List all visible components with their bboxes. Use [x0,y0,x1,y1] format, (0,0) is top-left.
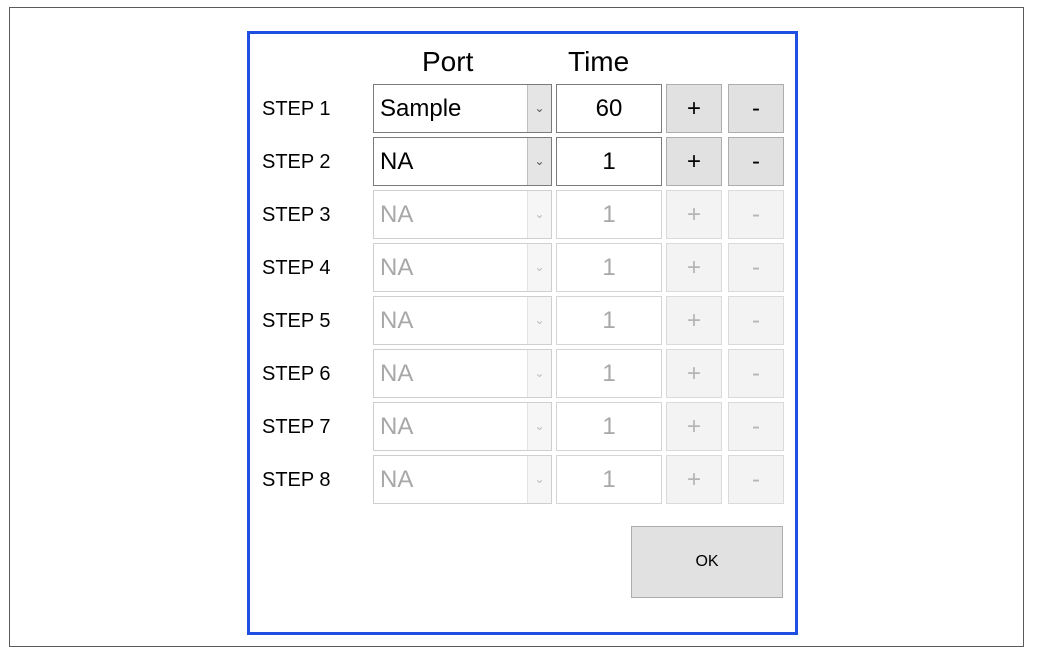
time-field: 1 [556,349,662,398]
step-label: STEP 6 [262,363,331,385]
decrement-time-button: - [728,455,784,504]
port-select-value: NA [380,254,414,281]
time-field: 1 [556,296,662,345]
port-select[interactable]: Sample ⌄ [373,84,552,133]
port-select-value: NA [380,307,414,334]
increment-time-button: + [666,243,722,292]
step-settings-dialog: Port Time STEP 1 Sample ⌄ 60 + - STEP 2 … [247,31,798,635]
port-select-value: NA [380,466,414,493]
time-field[interactable]: 60 [556,84,662,133]
increment-time-button: + [666,190,722,239]
chevron-down-icon: ⌄ [527,244,551,291]
port-select: NA ⌄ [373,349,552,398]
step-label: STEP 4 [262,257,331,279]
port-select: NA ⌄ [373,402,552,451]
step-label: STEP 8 [262,469,331,491]
port-select-value: NA [380,201,414,228]
increment-time-button: + [666,296,722,345]
decrement-time-button[interactable]: - [728,84,784,133]
chevron-down-icon[interactable]: ⌄ [527,138,551,185]
chevron-down-icon: ⌄ [527,350,551,397]
port-select-value: NA [380,360,414,387]
chevron-down-icon: ⌄ [527,456,551,503]
time-field: 1 [556,190,662,239]
chevron-down-icon: ⌄ [527,191,551,238]
port-select-value: NA [380,413,414,440]
step-label: STEP 7 [262,416,331,438]
chevron-down-icon: ⌄ [527,403,551,450]
port-select-value: NA [380,148,414,175]
time-field: 1 [556,243,662,292]
decrement-time-button: - [728,243,784,292]
step-label: STEP 3 [262,204,331,226]
port-select: NA ⌄ [373,190,552,239]
port-select: NA ⌄ [373,243,552,292]
decrement-time-button: - [728,190,784,239]
time-field: 1 [556,402,662,451]
port-select[interactable]: NA ⌄ [373,137,552,186]
step-label: STEP 1 [262,98,331,120]
decrement-time-button: - [728,402,784,451]
port-select: NA ⌄ [373,455,552,504]
decrement-time-button: - [728,296,784,345]
time-field[interactable]: 1 [556,137,662,186]
ok-button[interactable]: OK [631,526,783,598]
chevron-down-icon: ⌄ [527,297,551,344]
time-column-header: Time [568,46,630,77]
increment-time-button: + [666,349,722,398]
increment-time-button[interactable]: + [666,137,722,186]
increment-time-button: + [666,455,722,504]
step-label: STEP 5 [262,310,331,332]
port-column-header: Port [422,46,474,77]
port-select-value: Sample [380,95,462,122]
decrement-time-button: - [728,349,784,398]
increment-time-button: + [666,402,722,451]
port-select: NA ⌄ [373,296,552,345]
decrement-time-button[interactable]: - [728,137,784,186]
time-field: 1 [556,455,662,504]
step-label: STEP 2 [262,151,331,173]
increment-time-button[interactable]: + [666,84,722,133]
chevron-down-icon[interactable]: ⌄ [527,85,551,132]
